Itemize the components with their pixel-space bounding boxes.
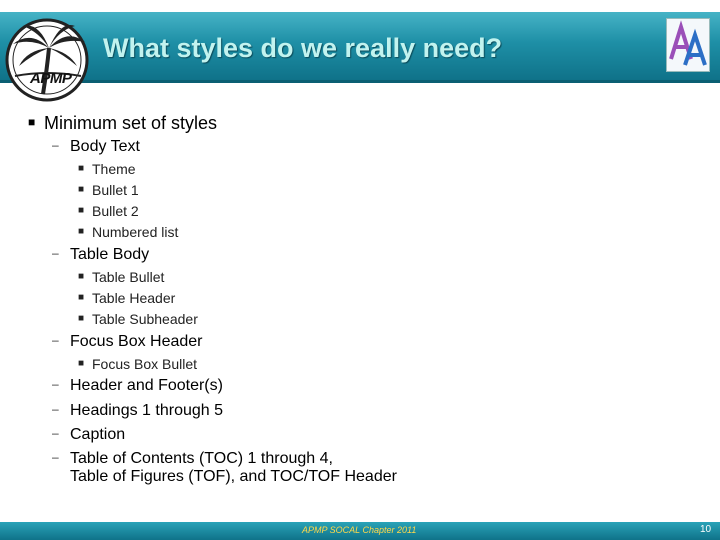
square-bullet-icon: ■: [78, 292, 85, 303]
dash-bullet-icon: –: [52, 450, 59, 464]
square-bullet-icon: ■: [78, 184, 85, 195]
dash-bullet-icon: –: [52, 377, 59, 391]
square-bullet-icon: ■: [28, 115, 36, 129]
dash-bullet-icon: –: [52, 402, 59, 416]
dash-bullet-icon: –: [52, 426, 59, 440]
square-bullet-icon: ■: [78, 358, 85, 369]
dash-bullet-icon: –: [52, 333, 59, 347]
square-bullet-icon: ■: [78, 205, 85, 216]
page-number: 10: [700, 524, 712, 535]
square-bullet-icon: ■: [78, 226, 85, 237]
slide-body: ■ Minimum set of styles – Body Text ■ Th…: [28, 113, 397, 485]
square-bullet-icon: ■: [78, 163, 85, 174]
dash-bullet-icon: –: [52, 246, 59, 260]
square-bullet-icon: ■: [78, 313, 85, 324]
dash-bullet-icon: –: [52, 138, 59, 152]
square-bullet-icon: ■: [78, 271, 85, 282]
footer-text: APMP SOCAL Chapter 2011: [302, 525, 417, 535]
